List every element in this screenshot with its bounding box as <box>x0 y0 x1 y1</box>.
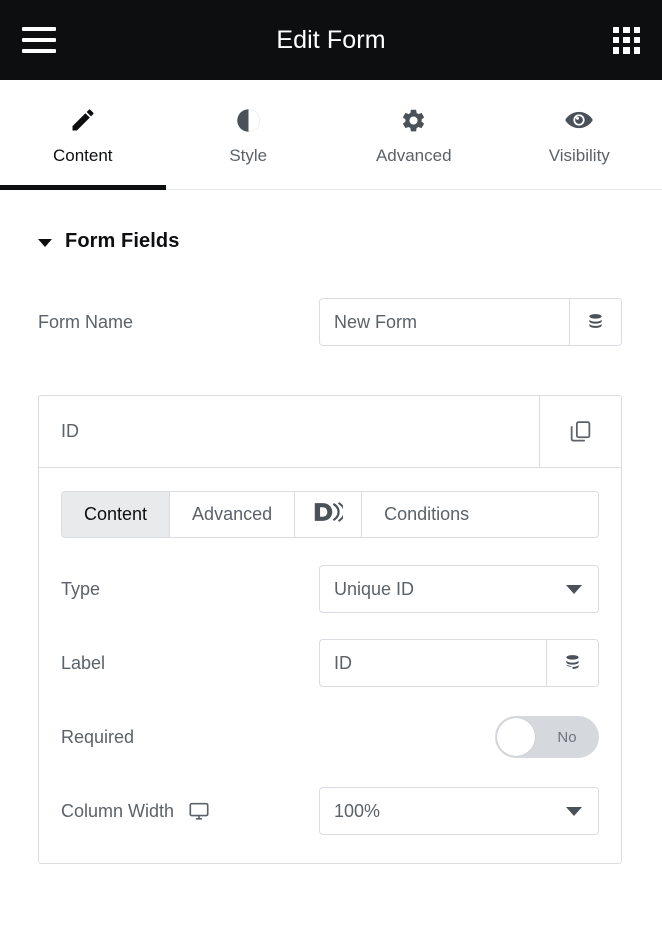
grid-cell <box>613 36 620 44</box>
row-type: Type Unique ID <box>61 565 599 613</box>
grid-apps-icon[interactable] <box>613 26 640 54</box>
subtab-label: Advanced <box>192 504 273 524</box>
main-tabs: Content Style Advanced Visibility <box>0 80 662 190</box>
toggle-value: No <box>557 728 577 746</box>
tab-label: Advanced <box>375 146 452 165</box>
form-field-card: ID Content Advanced Conditions Type Uniq… <box>38 395 622 864</box>
row-column-width: Column Width 100% <box>61 787 599 835</box>
grid-cell <box>623 36 630 44</box>
toggle-knob <box>497 718 535 756</box>
section-title: Form Fields <box>65 230 180 252</box>
subtab-dynamic[interactable] <box>295 492 363 537</box>
tab-label: Content <box>52 146 113 165</box>
pencil-icon <box>69 105 97 135</box>
tab-label: Style <box>229 146 268 165</box>
type-select[interactable]: Unique ID <box>319 565 599 613</box>
dynamic-d-icon <box>313 501 346 528</box>
form-name-label: Form Name <box>38 311 134 332</box>
row-form-name: Form Name <box>0 298 662 346</box>
grid-cell <box>633 36 640 44</box>
field-name[interactable]: ID <box>39 396 539 467</box>
tab-visibility[interactable]: Visibility <box>497 80 662 189</box>
chevron-down-icon <box>566 584 582 594</box>
database-icon[interactable] <box>546 640 598 686</box>
column-width-select[interactable]: 100% <box>319 787 599 835</box>
form-name-input-group <box>319 298 622 346</box>
subtab-advanced[interactable]: Advanced <box>170 492 296 537</box>
grid-cell <box>623 26 630 33</box>
desktop-icon[interactable] <box>188 800 210 822</box>
form-name-input[interactable] <box>320 299 569 345</box>
label-label: Label <box>61 652 106 673</box>
field-card-header: ID <box>39 396 621 468</box>
type-label: Type <box>61 578 101 599</box>
contrast-icon <box>235 105 262 135</box>
grid-cell <box>613 47 620 54</box>
content-panel: Form Fields Form Name ID <box>0 190 662 864</box>
tab-advanced[interactable]: Advanced <box>331 80 497 189</box>
copy-icon[interactable] <box>539 396 621 467</box>
hamburger-bar <box>22 27 56 31</box>
type-value: Unique ID <box>334 578 415 599</box>
field-card-body: Content Advanced Conditions Type Unique … <box>39 468 621 863</box>
eye-icon <box>564 105 594 135</box>
row-required: Required No <box>61 713 599 761</box>
grid-cell <box>633 26 640 33</box>
grid-cell <box>613 26 620 33</box>
label-input-group <box>319 639 599 687</box>
grid-cell <box>633 47 640 54</box>
hamburger-bar <box>22 38 56 42</box>
required-label: Required <box>61 726 135 747</box>
label-input[interactable] <box>320 640 546 686</box>
tab-style[interactable]: Style <box>166 80 332 189</box>
chevron-down-icon <box>566 806 582 816</box>
hamburger-bar <box>22 49 56 53</box>
section-form-fields-header[interactable]: Form Fields <box>0 190 662 253</box>
grid-cell <box>623 47 630 54</box>
gear-icon <box>400 105 427 135</box>
field-subtabs: Content Advanced Conditions <box>61 491 599 538</box>
subtab-content[interactable]: Content <box>62 492 171 537</box>
chevron-down-icon <box>38 238 52 247</box>
tab-content[interactable]: Content <box>0 80 166 190</box>
required-toggle[interactable]: No <box>495 716 599 758</box>
subtab-label: Conditions <box>384 504 470 524</box>
tab-label: Visibility <box>548 146 610 165</box>
row-label: Label <box>61 639 599 687</box>
column-width-label: Column Width <box>61 800 175 821</box>
top-bar: Edit Form <box>0 0 662 80</box>
subtab-label: Content <box>84 504 148 524</box>
hamburger-menu-icon[interactable] <box>22 27 56 53</box>
page-title: Edit Form <box>276 25 386 54</box>
column-width-value: 100% <box>334 800 381 821</box>
database-icon[interactable] <box>569 299 621 345</box>
subtab-conditions[interactable]: Conditions <box>362 492 492 537</box>
